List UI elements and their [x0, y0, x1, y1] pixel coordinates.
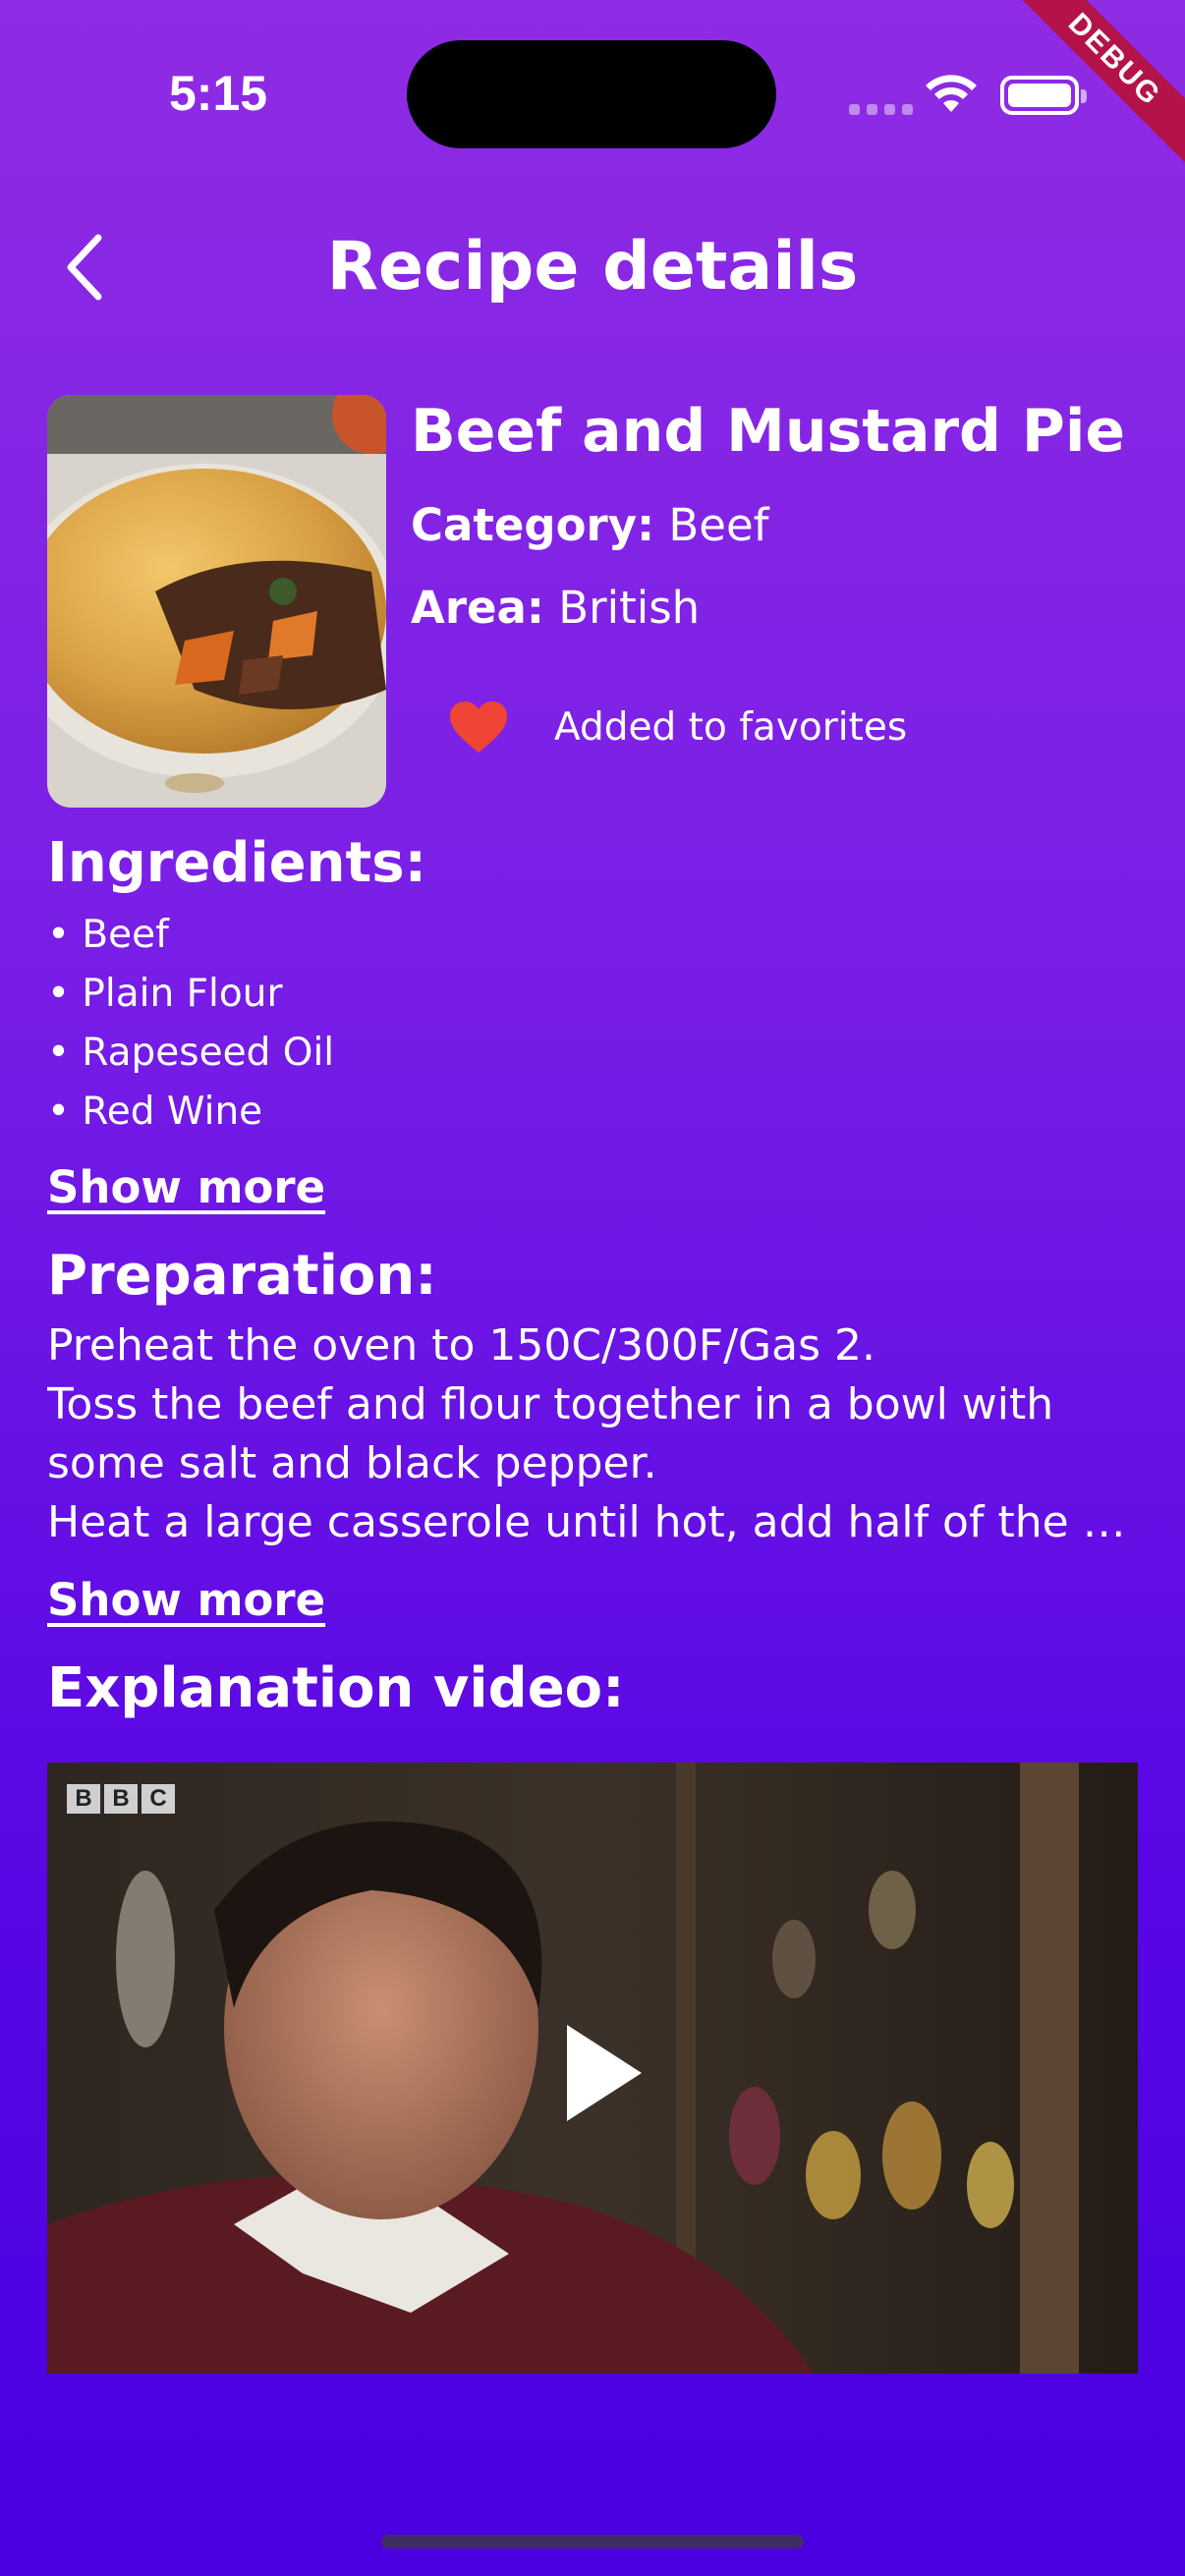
recipe-image	[47, 395, 386, 808]
category-label: Category:	[411, 499, 655, 551]
page-title: Recipe details	[326, 228, 859, 306]
preparation-heading: Preparation:	[47, 1244, 437, 1308]
preparation-line: some salt and black pepper.	[47, 1438, 657, 1488]
preparation-line: Preheat the oven to 150C/300F/Gas 2.	[47, 1320, 875, 1371]
dynamic-island	[407, 40, 776, 148]
bbc-watermark: B B C	[67, 1784, 175, 1814]
recipe-area: Area: British	[411, 582, 700, 634]
ingredient-item: Rapeseed Oil	[47, 1024, 334, 1083]
watermark-letter: C	[141, 1784, 175, 1814]
preparation-text: Preheat the oven to 150C/300F/Gas 2. Tos…	[47, 1316, 1138, 1552]
category-value: Beef	[668, 499, 769, 551]
area-label: Area:	[411, 582, 544, 634]
debug-label: DEBUG	[1008, 0, 1185, 167]
recipe-category: Category: Beef	[411, 499, 768, 551]
cellular-signal-icon	[849, 104, 913, 115]
video-heading: Explanation video:	[47, 1656, 625, 1720]
area-value: British	[558, 582, 701, 634]
watermark-letter: B	[104, 1784, 138, 1814]
home-indicator[interactable]	[381, 2535, 804, 2548]
debug-banner: DEBUG	[1008, 0, 1185, 177]
ingredients-heading: Ingredients:	[47, 831, 427, 895]
play-icon[interactable]	[563, 2021, 646, 2125]
ingredients-list: Beef Plain Flour Rapeseed Oil Red Wine	[47, 906, 334, 1142]
ingredient-item: Red Wine	[47, 1083, 334, 1142]
ingredient-item: Plain Flour	[47, 965, 334, 1024]
preparation-show-more-link[interactable]: Show more	[47, 1574, 325, 1626]
recipe-name: Beef and Mustard Pie	[411, 397, 1126, 466]
favorite-label: Added to favorites	[554, 704, 908, 750]
status-time: 5:15	[169, 66, 268, 121]
preparation-line: Toss the beef and flour together in a bo…	[47, 1379, 1054, 1429]
heart-icon[interactable]	[448, 700, 509, 755]
preparation-line: Heat a large casserole until hot, add ha…	[47, 1497, 1138, 1547]
ingredient-item: Beef	[47, 906, 334, 965]
watermark-letter: B	[67, 1784, 100, 1814]
ingredients-show-more-link[interactable]: Show more	[47, 1161, 325, 1213]
wifi-icon	[926, 75, 977, 112]
video-player[interactable]: B B C	[47, 1763, 1138, 2374]
favorite-toggle[interactable]: Added to favorites	[448, 700, 907, 755]
